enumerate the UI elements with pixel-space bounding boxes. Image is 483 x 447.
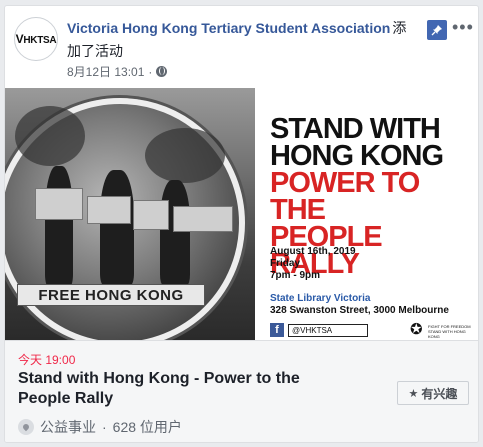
poster-date-block: August 16th, 2019 Friday 7pm - 9pm: [270, 246, 356, 282]
poster-line: STAND WITH: [270, 113, 441, 145]
author-name-link[interactable]: Victoria Hong Kong Tertiary Student Asso…: [67, 20, 390, 36]
poster-date: August 16th, 2019: [270, 246, 356, 257]
protest-sign: [133, 200, 169, 230]
globe-icon[interactable]: [156, 66, 168, 77]
protest-sign: [173, 206, 233, 232]
logo-text: FIGHT FOR FREEDOM STAND WITH HONG KONG: [428, 324, 471, 339]
post-meta: 8月12日 13:01 ·: [67, 63, 168, 80]
poster-day: Friday: [270, 258, 301, 269]
interested-label: 有兴趣: [421, 386, 458, 401]
event-info-panel: 今天 19:00 Stand with Hong Kong - Power to…: [5, 340, 478, 442]
tree-shape: [145, 128, 225, 183]
event-category[interactable]: 公益事业: [40, 417, 96, 437]
post-action-text: 添: [392, 20, 407, 36]
poster-social: f @VHKTSA: [270, 323, 368, 337]
protester-figure: [100, 170, 134, 285]
event-cover-image[interactable]: FREE HONG KONG STAND WITH HONG KONG POWE…: [5, 88, 478, 340]
event-subline: 公益事业 · 628 位用户: [18, 417, 182, 437]
post-timestamp[interactable]: 8月12日 13:01: [67, 63, 144, 80]
interested-button[interactable]: ★ 有兴趣: [397, 381, 469, 405]
facebook-icon: f: [270, 323, 284, 337]
separator: ·: [102, 419, 107, 435]
poster-line: POWER TO THE: [270, 167, 420, 226]
event-time: 今天 19:00: [18, 353, 76, 367]
post-action-text-cont: 加了活动: [67, 43, 123, 59]
poster-venue-name: State Library Victoria: [270, 293, 371, 304]
tree-shape: [15, 106, 85, 166]
star-logo-icon: ✪: [410, 321, 423, 338]
page-avatar[interactable]: VHKTSA: [14, 17, 58, 61]
poster-handle: @VHKTSA: [288, 323, 368, 337]
free-hong-kong-banner: FREE HONG KONG: [17, 284, 205, 306]
avatar-logo: VHKTSA: [15, 32, 57, 46]
poster-venue-address: 328 Swanston Street, 3000 Melbourne: [270, 305, 449, 316]
poster-venue-block: State Library Victoria 328 Swanston Stre…: [270, 293, 449, 317]
event-attendance: 628 位用户: [112, 419, 182, 435]
protester-figure: [160, 180, 190, 285]
protest-sign: [87, 196, 131, 224]
pin-icon[interactable]: [427, 20, 447, 40]
more-options-button[interactable]: •••: [452, 18, 474, 36]
place-icon: [18, 419, 34, 435]
post-card: VHKTSA Victoria Hong Kong Tertiary Stude…: [4, 5, 479, 443]
poster-line: HONG KONG: [270, 140, 444, 172]
event-title-link[interactable]: Stand with Hong Kong - Power to the Peop…: [18, 369, 348, 409]
poster-time: 7pm - 9pm: [270, 270, 321, 281]
pin-icon-svg: [431, 25, 442, 36]
star-icon: ★: [408, 387, 419, 400]
protest-sign: [35, 188, 83, 220]
protester-figure: [45, 166, 73, 286]
